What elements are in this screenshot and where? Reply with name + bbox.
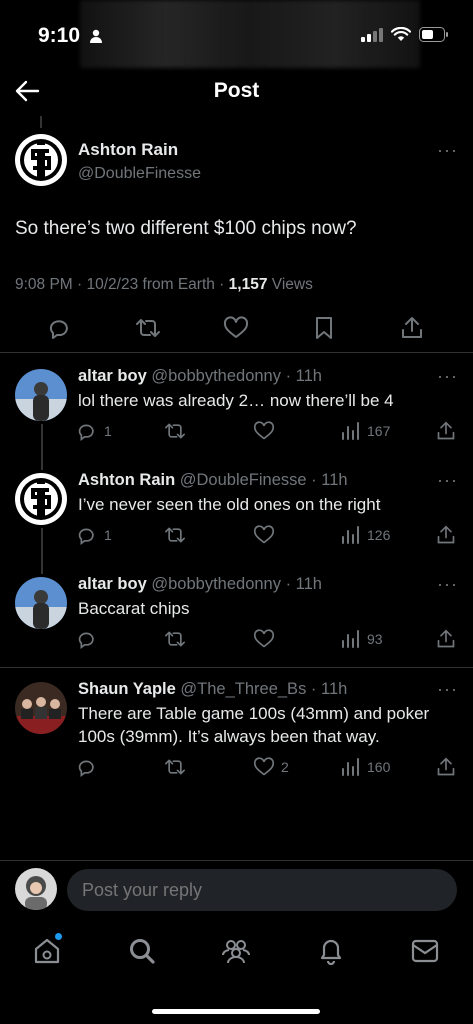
views-icon[interactable] bbox=[341, 421, 361, 441]
reply-author-name[interactable]: Ashton Rain bbox=[78, 471, 175, 489]
like-icon[interactable] bbox=[223, 316, 249, 340]
author-name[interactable]: Ashton Rain bbox=[78, 140, 201, 160]
retweet-icon[interactable] bbox=[135, 316, 161, 340]
divider bbox=[0, 352, 473, 353]
more-options-icon[interactable]: ··· bbox=[437, 679, 458, 700]
reply-avatar[interactable] bbox=[15, 369, 67, 421]
status-bar: 9:10 bbox=[0, 0, 473, 70]
views-label: Views bbox=[267, 276, 313, 293]
messages-icon[interactable] bbox=[411, 939, 439, 963]
more-options-icon[interactable]: ··· bbox=[437, 470, 458, 491]
post-header: Post bbox=[0, 70, 473, 114]
share-icon[interactable] bbox=[436, 757, 456, 777]
bottom-tab-bar bbox=[0, 918, 473, 1024]
view-count: 160 bbox=[367, 759, 391, 775]
reply-author-handle[interactable]: @The_Three_Bs bbox=[180, 680, 306, 698]
view-count: 126 bbox=[367, 527, 391, 543]
battery-icon bbox=[419, 27, 448, 42]
reply-icon[interactable] bbox=[78, 525, 98, 545]
home-icon[interactable] bbox=[33, 937, 61, 965]
author-handle[interactable]: @DoubleFinesse bbox=[78, 165, 201, 183]
home-indicator bbox=[152, 1009, 320, 1014]
logo-avatar-icon bbox=[16, 135, 66, 185]
reply-text: There are Table game 100s (43mm) and pok… bbox=[78, 704, 430, 746]
reply-author-handle[interactable]: @bobbythedonny bbox=[151, 367, 281, 385]
notifications-icon[interactable] bbox=[318, 937, 344, 965]
reply-avatar[interactable] bbox=[15, 577, 67, 629]
post-timestamp: 9:08 PM · 10/2/23 from Earth · bbox=[15, 276, 229, 293]
page-title: Post bbox=[213, 79, 260, 102]
view-count: 167 bbox=[367, 423, 391, 439]
views-icon[interactable] bbox=[341, 629, 361, 649]
like-count: 2 bbox=[281, 759, 289, 775]
thread-line bbox=[41, 424, 43, 470]
reply-item[interactable]: altar boy @bobbythedonny · 11h ··· Bacca… bbox=[0, 574, 473, 668]
post-meta: 9:08 PM · 10/2/23 from Earth · 1,157 Vie… bbox=[15, 276, 313, 294]
reply-author-name[interactable]: altar boy bbox=[78, 575, 147, 593]
reply-item[interactable]: Ashton Rain @DoubleFinesse · 11h ··· I’v… bbox=[0, 470, 473, 574]
user-avatar[interactable] bbox=[15, 868, 57, 910]
reply-timestamp: · 11h bbox=[310, 680, 348, 698]
like-icon[interactable] bbox=[253, 757, 275, 777]
author-avatar[interactable] bbox=[15, 134, 67, 186]
reply-author-handle[interactable]: @bobbythedonny bbox=[151, 575, 281, 593]
reply-composer bbox=[0, 860, 473, 918]
reply-item[interactable]: Shaun Yaple @The_Three_Bs · 11h ··· Ther… bbox=[0, 679, 473, 789]
views-count: 1,157 bbox=[228, 276, 268, 293]
views-icon[interactable] bbox=[341, 525, 361, 545]
reply-author-name[interactable]: altar boy bbox=[78, 367, 147, 385]
reply-input[interactable] bbox=[67, 869, 457, 911]
view-count: 93 bbox=[367, 631, 383, 647]
communities-icon[interactable] bbox=[221, 937, 251, 965]
status-time: 9:10 bbox=[38, 24, 81, 47]
retweet-icon[interactable] bbox=[164, 525, 186, 545]
reply-text: I’ve never seen the old ones on the righ… bbox=[78, 495, 381, 514]
retweet-icon[interactable] bbox=[164, 757, 186, 777]
views-icon[interactable] bbox=[341, 757, 361, 777]
share-icon[interactable] bbox=[436, 421, 456, 441]
reply-icon[interactable] bbox=[78, 421, 98, 441]
notification-dot bbox=[55, 933, 62, 940]
divider bbox=[0, 667, 473, 668]
bookmark-icon[interactable] bbox=[314, 316, 334, 340]
reply-icon[interactable] bbox=[78, 629, 98, 649]
more-options-icon[interactable]: ··· bbox=[437, 366, 458, 387]
thread-line bbox=[41, 528, 43, 574]
person-icon bbox=[90, 29, 102, 43]
like-icon[interactable] bbox=[253, 525, 275, 545]
reply-icon[interactable] bbox=[49, 316, 73, 340]
like-icon[interactable] bbox=[253, 421, 275, 441]
reply-count: 1 bbox=[104, 527, 112, 543]
reply-avatar[interactable] bbox=[15, 682, 67, 734]
reply-count: 1 bbox=[104, 423, 112, 439]
reply-timestamp: · 11h bbox=[285, 367, 322, 385]
more-options-icon[interactable]: ··· bbox=[437, 140, 458, 161]
reply-author-handle[interactable]: @DoubleFinesse bbox=[180, 471, 307, 489]
thread-line bbox=[40, 116, 42, 128]
post-text: So there’s two different $100 chips now? bbox=[15, 218, 357, 239]
reply-item[interactable]: altar boy @bobbythedonny · 11h ··· lol t… bbox=[0, 366, 473, 470]
retweet-icon[interactable] bbox=[164, 629, 186, 649]
wifi-icon bbox=[391, 27, 411, 41]
reply-timestamp: · 11h bbox=[311, 471, 348, 489]
reply-text: lol there was already 2… now there’ll be… bbox=[78, 391, 394, 410]
share-icon[interactable] bbox=[436, 525, 456, 545]
logo-avatar-icon bbox=[16, 474, 66, 524]
signal-icon bbox=[361, 27, 383, 42]
retweet-icon[interactable] bbox=[164, 421, 186, 441]
share-icon[interactable] bbox=[436, 629, 456, 649]
reply-author-name[interactable]: Shaun Yaple bbox=[78, 680, 176, 698]
post-action-bar bbox=[0, 312, 473, 352]
reply-icon[interactable] bbox=[78, 757, 98, 777]
reply-avatar[interactable] bbox=[15, 473, 67, 525]
reply-text: Baccarat chips bbox=[78, 599, 190, 618]
reply-timestamp: · 11h bbox=[285, 575, 322, 593]
like-icon[interactable] bbox=[253, 629, 275, 649]
share-icon[interactable] bbox=[400, 316, 424, 340]
more-options-icon[interactable]: ··· bbox=[437, 574, 458, 595]
search-icon[interactable] bbox=[128, 937, 156, 965]
